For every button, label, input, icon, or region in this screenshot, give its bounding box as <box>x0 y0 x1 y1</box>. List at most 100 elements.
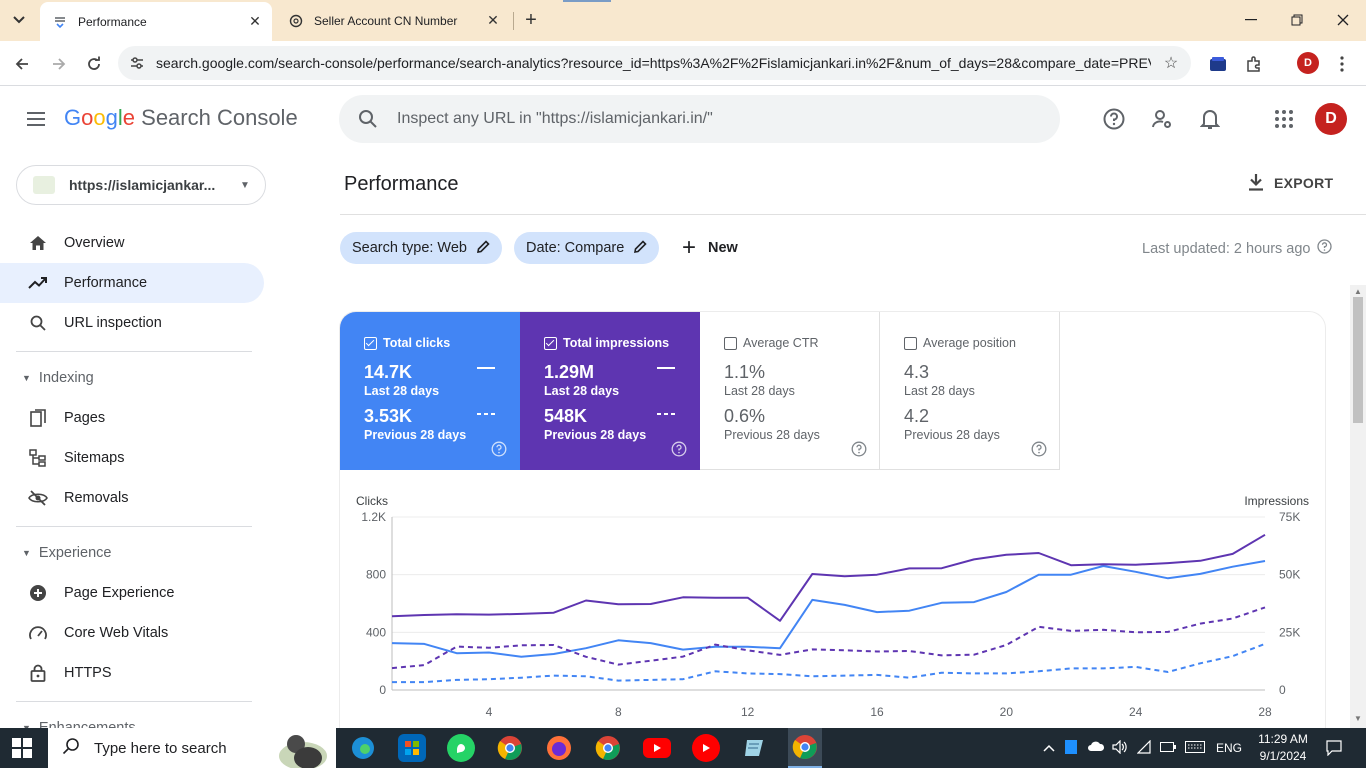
close-tab-icon[interactable]: ✕ <box>482 12 504 29</box>
language-indicator[interactable]: ENG <box>1210 741 1248 755</box>
chrome-profile-app-icon[interactable] <box>496 734 524 762</box>
back-button[interactable] <box>9 51 35 77</box>
metric-previous-label: Previous 28 days <box>364 428 467 442</box>
keyboard-icon[interactable] <box>1180 740 1210 756</box>
close-tab-icon[interactable]: ✕ <box>244 13 266 30</box>
battery-icon[interactable] <box>1156 741 1180 755</box>
series-line-total-impressions-dashed[interactable] <box>391 606 1266 670</box>
y-left-tick-label: 1.2K <box>361 510 386 524</box>
sidebar-item-https[interactable]: HTTPS <box>0 653 264 693</box>
new-tab-button[interactable]: + <box>520 9 542 31</box>
settings-button[interactable] <box>1150 107 1174 131</box>
whatsapp-app-icon[interactable] <box>447 734 475 762</box>
youtube-music-app-icon[interactable] <box>692 734 720 762</box>
url-text: search.google.com/search-console/perform… <box>156 55 1151 71</box>
sidebar-section-experience[interactable]: ▼ Experience <box>0 535 264 571</box>
checkbox-icon[interactable] <box>364 336 377 350</box>
browser-tab-seller-account[interactable]: Seller Account CN Number ✕ <box>276 0 510 41</box>
series-line-total-impressions-solid[interactable] <box>391 533 1266 622</box>
url-inspection-search[interactable] <box>339 95 1060 143</box>
checkbox-icon[interactable] <box>724 336 737 350</box>
site-info-icon[interactable] <box>118 55 156 71</box>
metric-current-label: Last 28 days <box>364 384 440 398</box>
taskbar-search-box[interactable]: Type here to search <box>48 728 336 768</box>
wallet-extension-icon[interactable] <box>1207 53 1229 75</box>
filter-chip-date[interactable]: Date: Compare <box>514 232 660 264</box>
notifications-button[interactable] <box>1198 107 1222 131</box>
browser-tab-performance[interactable]: Performance ✕ <box>40 2 272 41</box>
defender-icon[interactable] <box>1058 739 1084 757</box>
tab-separator <box>513 12 514 30</box>
logo-letter: o <box>81 105 94 130</box>
sidebar-item-url-inspection[interactable]: URL inspection <box>0 303 264 343</box>
sidebar-section-indexing[interactable]: ▼ Indexing <box>0 360 264 396</box>
extensions-puzzle-icon[interactable] <box>1243 53 1265 75</box>
reload-button[interactable] <box>81 51 107 77</box>
chrome-active-app-icon[interactable] <box>788 728 822 768</box>
help-circle-icon[interactable] <box>851 441 867 457</box>
sidebar-section-enhancements[interactable]: ▼ Enhancements <box>0 710 264 728</box>
filter-chip-search-type[interactable]: Search type: Web <box>340 232 502 264</box>
youtube-app-icon[interactable] <box>643 738 671 758</box>
onedrive-cloud-icon[interactable] <box>1084 741 1108 755</box>
help-circle-icon[interactable] <box>1031 441 1047 457</box>
help-circle-icon[interactable] <box>1316 239 1332 258</box>
minimize-button[interactable] <box>1239 8 1263 32</box>
browser-profile-avatar[interactable]: D <box>1297 52 1319 74</box>
firefox-app-icon[interactable] <box>545 734 573 762</box>
forward-button[interactable] <box>46 51 72 77</box>
apps-button[interactable] <box>1272 107 1296 131</box>
close-window-button[interactable] <box>1331 8 1355 32</box>
help-button[interactable] <box>1102 107 1126 131</box>
sidebar-item-sitemaps[interactable]: Sitemaps <box>0 438 264 478</box>
metric-average-position[interactable]: Average position 4.3 Last 28 days 4.2 Pr… <box>880 312 1060 470</box>
notes-app-icon[interactable] <box>741 734 769 762</box>
y-axis-left-title: Clicks <box>356 494 388 508</box>
metric-previous-label: Previous 28 days <box>724 428 820 442</box>
main-menu-button[interactable] <box>24 107 48 131</box>
inspect-url-input[interactable] <box>397 110 1060 128</box>
restore-button[interactable] <box>1285 8 1309 32</box>
notifications-center-button[interactable] <box>1322 728 1346 768</box>
new-label: New <box>708 240 738 256</box>
checkbox-icon[interactable] <box>904 336 917 350</box>
checkbox-icon[interactable] <box>544 336 557 350</box>
sidebar-item-label: HTTPS <box>64 665 112 681</box>
metric-total-clicks[interactable]: Total clicks 14.7K Last 28 days 3.53K Pr… <box>340 312 520 470</box>
scrollbar-thumb[interactable] <box>1353 297 1363 423</box>
edge-app-icon[interactable] <box>349 734 377 762</box>
tray-chevron-up-icon[interactable] <box>1040 741 1058 755</box>
new-filter-button[interactable]: + New <box>682 235 738 261</box>
network-icon[interactable] <box>1132 739 1156 757</box>
sidebar-item-performance[interactable]: Performance <box>0 263 264 303</box>
sidebar-item-removals[interactable]: Removals <box>0 478 264 518</box>
volume-icon[interactable] <box>1108 739 1132 757</box>
browser-menu-icon[interactable] <box>1331 53 1353 75</box>
sidebar-item-pages[interactable]: Pages <box>0 398 264 438</box>
scroll-up-arrow-icon[interactable]: ▲ <box>1354 287 1362 296</box>
tab-search-button[interactable] <box>6 8 32 32</box>
bookmark-star-icon[interactable]: ☆ <box>1151 53 1191 73</box>
property-selector[interactable]: https://islamicjankar... ▼ <box>16 165 266 205</box>
page-scrollbar[interactable]: ▲ ▼ <box>1350 285 1366 728</box>
sidebar-item-overview[interactable]: Overview <box>0 223 264 263</box>
sidebar-item-core-web-vitals[interactable]: Core Web Vitals <box>0 613 264 653</box>
metric-name: Average CTR <box>743 336 819 350</box>
store-app-icon[interactable] <box>398 734 426 762</box>
taskbar-clock[interactable]: 11:29 AM 9/1/2024 <box>1255 731 1311 765</box>
account-avatar[interactable]: D <box>1315 103 1347 135</box>
series-line-total-clicks-dashed[interactable] <box>392 642 1266 684</box>
metric-average-ctr[interactable]: Average CTR 1.1% Last 28 days 0.6% Previ… <box>700 312 880 470</box>
chrome-app-icon[interactable] <box>594 734 622 762</box>
pages-icon <box>26 406 50 430</box>
export-button[interactable]: EXPORT <box>1248 171 1333 195</box>
windows-start-icon[interactable] <box>12 738 32 758</box>
metric-total-impressions[interactable]: Total impressions 1.29M Last 28 days 548… <box>520 312 700 470</box>
help-circle-icon[interactable] <box>491 441 507 457</box>
address-bar[interactable]: search.google.com/search-console/perform… <box>118 46 1191 80</box>
help-circle-icon[interactable] <box>671 441 687 457</box>
sidebar-item-page-experience[interactable]: Page Experience <box>0 573 264 613</box>
performance-chart[interactable]: Clicks Impressions 0 0 400 25K 800 50K 1.2K 75K… <box>340 470 1325 728</box>
scroll-down-arrow-icon[interactable]: ▼ <box>1354 714 1362 723</box>
search-console-logo[interactable]: Google Search Console <box>64 105 298 131</box>
